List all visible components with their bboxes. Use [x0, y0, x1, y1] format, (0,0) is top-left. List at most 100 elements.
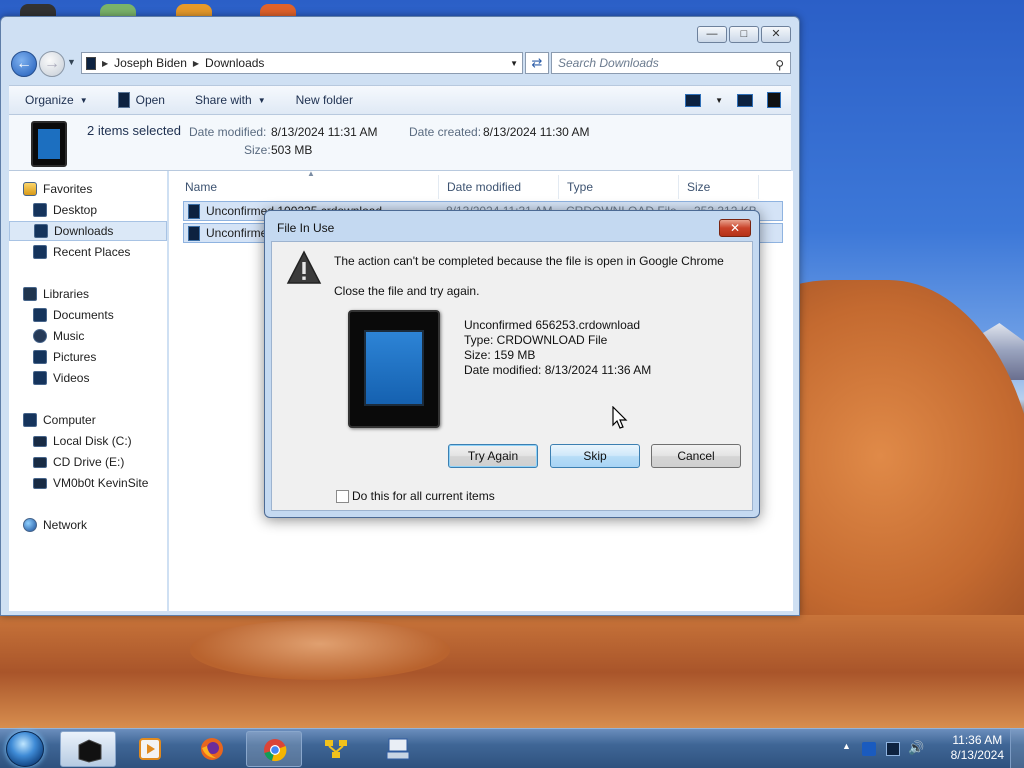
navigation-bar: ← → ▼ ▶ Joseph Biden ▶ Downloads ▼ ⇄ Sea… — [9, 49, 791, 77]
column-name[interactable]: Name — [177, 175, 439, 199]
nav-desktop[interactable]: Desktop — [33, 200, 167, 220]
file-icon — [188, 225, 200, 241]
dialog-title: File In Use — [277, 221, 335, 235]
nav-label: Recent Places — [53, 245, 131, 259]
file-thumbnail-icon — [31, 121, 67, 167]
skip-button[interactable]: Skip — [550, 444, 640, 468]
cancel-button[interactable]: Cancel — [651, 444, 741, 468]
file-in-use-dialog: File In Use ✕ The action can't be comple… — [264, 210, 760, 518]
show-desktop-button[interactable] — [1010, 729, 1024, 768]
maximize-button[interactable]: □ — [729, 26, 759, 43]
size-label: Size: — [244, 143, 271, 157]
mouse-cursor-icon — [612, 406, 628, 429]
preview-pane-icon[interactable] — [737, 93, 753, 107]
system-tray: ▲ 🔊 11:36 AM 8/13/2024 — [834, 729, 1024, 768]
breadcrumb-downloads[interactable]: Downloads — [205, 56, 264, 70]
clock[interactable]: 11:36 AM 8/13/2024 — [951, 733, 1004, 763]
network-drive-icon — [33, 477, 47, 489]
taskbar-media-player[interactable] — [122, 731, 178, 767]
search-input[interactable]: Search Downloads ⚲ — [551, 52, 791, 74]
organize-label: Organize — [25, 93, 74, 107]
taskbar: ▲ 🔊 11:36 AM 8/13/2024 — [0, 728, 1024, 768]
breadcrumb-separator-icon[interactable]: ▶ — [102, 59, 108, 68]
nav-network-drive[interactable]: VM0b0t KevinSite — [33, 473, 167, 493]
nav-libraries[interactable]: Libraries — [23, 284, 181, 304]
breadcrumb-separator-icon[interactable]: ▶ — [193, 59, 199, 68]
search-placeholder: Search Downloads — [558, 56, 659, 70]
libraries-icon — [23, 287, 37, 301]
dialog-file-size: Size: 159 MB — [464, 348, 536, 362]
open-button[interactable]: Open — [102, 92, 179, 108]
star-icon — [23, 182, 37, 196]
change-view-icon[interactable] — [685, 93, 702, 107]
date-modified-value: 8/13/2024 11:31 AM — [271, 125, 378, 139]
show-hidden-icons-icon[interactable]: ▲ — [842, 741, 856, 755]
clock-time: 11:36 AM — [952, 733, 1003, 747]
share-with-menu[interactable]: Share with ▼ — [179, 93, 280, 107]
forward-button[interactable]: → — [39, 51, 65, 77]
nav-pictures[interactable]: Pictures — [33, 347, 167, 367]
column-date-modified[interactable]: Date modified — [439, 175, 559, 199]
back-button[interactable]: ← — [11, 51, 37, 77]
desktop-icon — [33, 203, 47, 217]
file-preview-screen — [364, 330, 424, 406]
nav-music[interactable]: Music — [33, 326, 167, 346]
taskbar-firefox[interactable] — [184, 731, 240, 767]
nav-downloads[interactable]: Downloads — [9, 221, 167, 241]
help-icon[interactable] — [767, 92, 781, 108]
breadcrumb-user[interactable]: Joseph Biden — [114, 56, 187, 70]
apply-to-all-label[interactable]: Do this for all current items — [352, 489, 495, 503]
details-pane: 2 items selected Date modified: 8/13/202… — [9, 115, 791, 171]
column-size[interactable]: Size — [679, 175, 759, 199]
pictures-icon — [33, 350, 47, 364]
try-again-button[interactable]: Try Again — [448, 444, 538, 468]
nav-documents[interactable]: Documents — [33, 305, 167, 325]
close-button[interactable]: ✕ — [761, 26, 791, 43]
refresh-button[interactable]: ⇄ — [525, 52, 549, 74]
explorer-icon — [78, 739, 102, 763]
nav-cd-drive[interactable]: CD Drive (E:) — [33, 452, 167, 472]
chevron-down-icon: ▼ — [257, 95, 266, 105]
downloads-icon — [34, 224, 48, 238]
chevron-down-icon[interactable]: ▼ — [715, 96, 723, 105]
size-value: 503 MB — [271, 143, 313, 157]
computer-icon — [23, 413, 37, 427]
start-button[interactable] — [6, 731, 44, 767]
warning-icon — [286, 250, 322, 284]
taskbar-explorer[interactable] — [60, 731, 116, 767]
dialog-file-type: Type: CRDOWNLOAD File — [464, 333, 608, 347]
nav-local-disk[interactable]: Local Disk (C:) — [33, 431, 167, 451]
taskbar-network-share[interactable] — [308, 731, 364, 767]
search-icon[interactable]: ⚲ — [775, 55, 784, 75]
minimize-button[interactable]: — — [697, 26, 727, 43]
network-icon — [23, 518, 37, 532]
nav-label: Favorites — [43, 182, 93, 196]
nav-recent-places[interactable]: Recent Places — [33, 242, 167, 262]
dialog-message: The action can't be completed because th… — [334, 254, 724, 268]
network-status-icon[interactable] — [886, 742, 900, 756]
share-with-label: Share with — [194, 93, 252, 107]
cd-drive-icon — [33, 456, 47, 468]
nav-computer[interactable]: Computer — [23, 410, 181, 430]
chevron-down-icon[interactable]: ▼ — [510, 59, 518, 68]
dialog-instruction: Close the file and try again. — [334, 284, 480, 298]
action-center-icon[interactable] — [862, 742, 876, 756]
organize-menu[interactable]: Organize ▼ — [9, 93, 102, 107]
nav-network[interactable]: Network — [23, 515, 181, 535]
taskbar-keyboard-app[interactable] — [370, 731, 426, 767]
new-folder-button[interactable]: New folder — [280, 93, 367, 107]
media-player-icon — [139, 738, 161, 760]
nav-favorites[interactable]: Favorites — [23, 179, 181, 199]
dialog-file-date: Date modified: 8/13/2024 11:36 AM — [464, 363, 652, 377]
address-bar[interactable]: ▶ Joseph Biden ▶ Downloads ▼ — [81, 52, 523, 74]
nav-label: Pictures — [53, 350, 97, 364]
column-type[interactable]: Type — [559, 175, 679, 199]
apply-to-all-checkbox[interactable] — [336, 490, 349, 503]
nav-videos[interactable]: Videos — [33, 368, 167, 388]
history-dropdown-icon[interactable]: ▼ — [67, 57, 76, 67]
taskbar-chrome[interactable] — [246, 731, 302, 767]
date-created-value: 8/13/2024 11:30 AM — [483, 125, 590, 139]
nav-label: Music — [53, 329, 85, 343]
dialog-close-button[interactable]: ✕ — [719, 219, 751, 237]
volume-icon[interactable]: 🔊 — [908, 740, 924, 755]
